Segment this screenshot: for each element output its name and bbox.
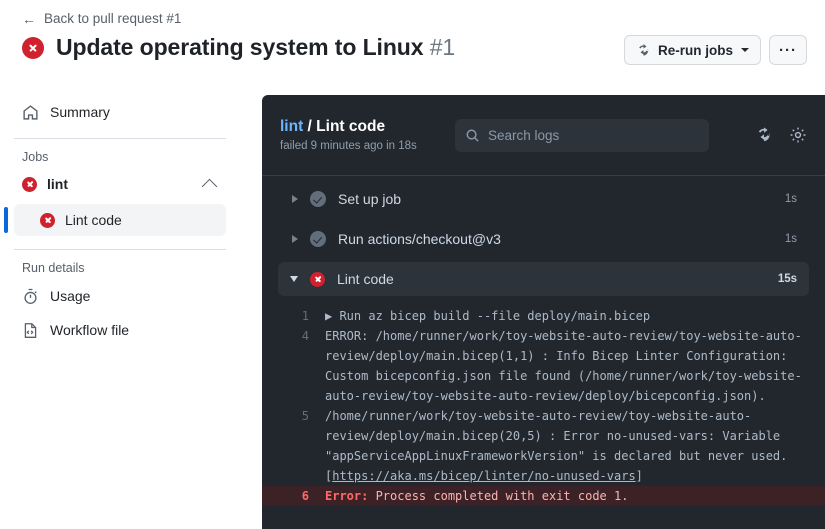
header-actions: Re-run jobs ··· (623, 35, 807, 65)
selected-indicator (4, 207, 8, 233)
chevron-right-icon (292, 195, 298, 203)
step-name: Lint code (337, 271, 394, 287)
sidebar-item-usage-label: Usage (50, 288, 91, 304)
log-line-text: ▶ Run az bicep build --file deploy/main.… (325, 309, 651, 323)
arrow-left-icon: ← (22, 10, 36, 27)
success-check-icon (310, 231, 326, 247)
step-duration: 15s (777, 273, 797, 285)
sidebar-divider-1 (14, 138, 226, 139)
page-title: Update operating system to Linux #1 (22, 34, 455, 61)
log-panel-title-sep: / (303, 118, 317, 135)
error-message: Process completed with exit code 1. (368, 489, 629, 503)
log-output: 1 ▶ Run az bicep build --file deploy/mai… (262, 302, 825, 506)
log-line-number: 4 (301, 329, 309, 343)
log-line: 4 ERROR: /home/runner/work/toy-website-a… (262, 326, 825, 406)
rerun-jobs-label: Re-run jobs (657, 42, 733, 58)
back-link-label: Back to pull request #1 (44, 11, 182, 26)
sidebar-item-workflow-file-label: Workflow file (50, 322, 130, 338)
log-line-number: 5 (301, 409, 309, 423)
log-line-number: 1 (301, 309, 309, 323)
home-icon (23, 104, 38, 120)
chevron-right-icon (292, 235, 298, 243)
log-panel: lint / Lint code failed 9 minutes ago in… (262, 95, 825, 529)
run-details-heading: Run details (22, 261, 85, 275)
step-list: Set up job 1s Run actions/checkout@v3 1s… (262, 176, 825, 296)
failed-x-icon (22, 176, 37, 192)
file-code-icon (24, 322, 37, 338)
log-panel-job-link[interactable]: lint (280, 118, 303, 135)
step-row-lint-code[interactable]: Lint code 15s (278, 262, 809, 296)
log-panel-header: lint / Lint code failed 9 minutes ago in… (262, 95, 825, 176)
search-logs-box[interactable] (455, 118, 709, 152)
sidebar-step-lint-code[interactable]: Lint code (14, 204, 226, 236)
search-input[interactable] (488, 127, 699, 143)
log-line: 5 /home/runner/work/toy-website-auto-rev… (262, 406, 825, 486)
run-title-text: Update operating system to Linux (56, 34, 424, 60)
log-panel-icon-actions (755, 126, 807, 144)
sidebar-item-usage[interactable]: Usage (14, 279, 226, 313)
search-icon (466, 129, 479, 142)
gear-icon[interactable] (789, 126, 807, 144)
success-check-icon (310, 191, 326, 207)
sidebar-divider-2 (14, 249, 226, 250)
log-line-number: 6 (301, 489, 309, 503)
linter-rule-link[interactable]: https://aka.ms/bicep/linter/no-unused-va… (332, 469, 635, 483)
step-row-run-actions-checkout[interactable]: Run actions/checkout@v3 1s (278, 222, 809, 256)
step-row-set-up-job[interactable]: Set up job 1s (278, 182, 809, 216)
failed-x-icon (40, 212, 55, 228)
error-prefix: Error: (325, 489, 369, 503)
step-duration: 1s (784, 193, 797, 205)
log-panel-step-name: Lint code (316, 118, 386, 135)
actions-run-page: ← Back to pull request #1 Update operati… (0, 0, 825, 529)
failed-x-icon (22, 36, 44, 59)
log-line-text: /home/runner/work/toy-website-auto-revie… (325, 406, 825, 486)
stopwatch-icon (24, 288, 37, 304)
jobs-heading: Jobs (22, 150, 49, 164)
step-name: Set up job (338, 191, 402, 207)
log-line-error: 6 Error: Process completed with exit cod… (262, 486, 825, 506)
sidebar-item-summary-label: Summary (50, 104, 110, 120)
log-line: 1 ▶ Run az bicep build --file deploy/mai… (262, 306, 825, 326)
run-number: #1 (429, 34, 456, 60)
step-name: Run actions/checkout@v3 (338, 231, 501, 247)
back-to-pull-request-link[interactable]: ← Back to pull request #1 (22, 11, 181, 26)
chevron-up-icon[interactable] (201, 178, 218, 194)
more-options-button[interactable]: ··· (769, 35, 807, 65)
run-title: Update operating system to Linux #1 (56, 34, 455, 61)
rerun-jobs-button[interactable]: Re-run jobs (623, 35, 761, 65)
log-line-text: Error: Process completed with exit code … (325, 486, 825, 506)
log-panel-titles: lint / Lint code failed 9 minutes ago in… (280, 118, 455, 152)
log-line-suffix: ] (635, 469, 643, 483)
chevron-down-icon (290, 276, 298, 282)
failed-x-icon (310, 271, 325, 287)
chevron-down-icon (741, 48, 749, 52)
sync-icon[interactable] (755, 126, 773, 144)
sidebar-job-lint[interactable]: lint (14, 168, 226, 200)
sidebar: Summary Jobs lint Lint code Run details … (0, 95, 240, 347)
step-duration: 1s (784, 233, 797, 245)
log-line-text: ERROR: /home/runner/work/toy-website-aut… (325, 329, 802, 403)
sidebar-step-wrapper: Lint code (4, 204, 226, 236)
log-panel-subtitle: failed 9 minutes ago in 18s (280, 140, 417, 152)
sync-icon (639, 43, 649, 56)
sidebar-step-label: Lint code (65, 212, 122, 228)
sidebar-item-summary[interactable]: Summary (14, 95, 226, 129)
sidebar-item-workflow-file[interactable]: Workflow file (14, 313, 226, 347)
sidebar-job-label: lint (47, 176, 68, 192)
log-panel-title: lint / Lint code (280, 118, 455, 136)
